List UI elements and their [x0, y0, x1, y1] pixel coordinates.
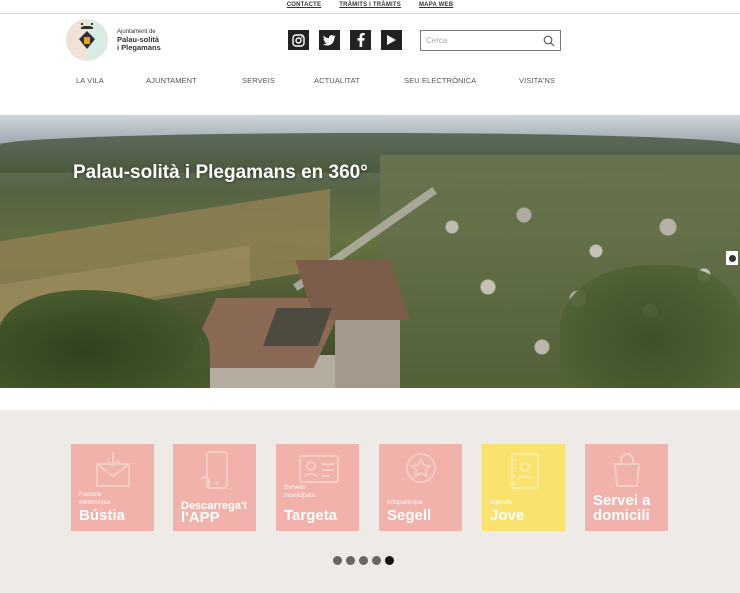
tile-bustia[interactable]: Factura electrònica Bústia	[71, 444, 154, 531]
tile-servei-big-1: Servei a	[593, 492, 651, 509]
id-card-icon	[299, 455, 339, 483]
search-input[interactable]	[421, 31, 539, 50]
nav-item-actualitat[interactable]: ACTUALITAT	[314, 76, 360, 85]
tile-app-big-2: l'APP	[181, 509, 220, 526]
facebook-icon[interactable]	[350, 30, 371, 50]
tile-bustia-big: Bústia	[79, 507, 125, 524]
tile-segell-big: Segell	[387, 507, 432, 524]
accessibility-button[interactable]	[726, 251, 738, 265]
twitter-icon[interactable]	[319, 30, 340, 50]
youtube-icon[interactable]	[381, 30, 402, 50]
contact-link[interactable]: CONTACTE	[287, 0, 322, 13]
main-nav: LA VILA AJUNTAMENT SERVEIS ACTUALITAT SE…	[0, 76, 740, 88]
coat-of-arms-icon	[66, 19, 108, 61]
top-utility-bar: CONTACTE TRÀMITS I TRÀMITS MAPA WEB	[0, 0, 740, 14]
tile-servei-domicili[interactable]: Servei a domicili	[585, 444, 668, 531]
tile-targeta-small-2: municipals	[284, 492, 315, 499]
tile-targeta-big: Targeta	[284, 507, 338, 524]
carousel-dot[interactable]	[333, 556, 342, 565]
tile-jove-big: Jove	[490, 507, 525, 524]
hero-title[interactable]: Palau-solità i Plegamans en 360°	[73, 162, 373, 183]
circle-icon	[728, 254, 736, 262]
hero-banner[interactable]: Palau-solità i Plegamans en 360°	[0, 115, 740, 388]
tile-segell-small: Infoparticipa	[387, 499, 423, 506]
tile-app[interactable]: Descarrega't l'APP	[173, 444, 256, 531]
search-icon[interactable]	[543, 34, 555, 52]
search-box	[420, 30, 561, 51]
tile-jove-small: agenda	[490, 499, 512, 506]
tile-targeta-small-1: Serveis	[284, 484, 306, 491]
agenda-icon	[509, 453, 539, 489]
tile-targeta[interactable]: Serveis municipals Targeta	[276, 444, 359, 531]
instagram-icon[interactable]	[288, 30, 309, 50]
castle-image	[183, 260, 410, 388]
tile-bustia-small-1: Factura	[79, 491, 102, 498]
procedures-link[interactable]: TRÀMITS I TRÀMITS	[339, 0, 401, 13]
shopping-bag-icon	[613, 453, 641, 487]
nav-item-visitans[interactable]: VISITA'NS	[519, 76, 555, 85]
tile-servei-big-2: domicili	[593, 507, 650, 524]
site-logo[interactable]: Ajuntament de Palau-solità i Plegamans	[66, 19, 161, 61]
logo-text: Ajuntament de Palau-solità i Plegamans	[117, 28, 161, 52]
social-links	[288, 30, 402, 50]
nav-item-serveis[interactable]: SERVEIS	[242, 76, 275, 85]
seal-icon	[406, 453, 436, 483]
tile-segell[interactable]: Infoparticipa Segell	[379, 444, 462, 531]
mailbox-icon	[96, 452, 130, 487]
nav-item-la-vila[interactable]: LA VILA	[76, 76, 104, 85]
tile-jove[interactable]: agenda Jove	[482, 444, 565, 531]
carousel-dot[interactable]	[346, 556, 355, 565]
carousel-dots	[333, 556, 394, 565]
carousel-dot[interactable]	[372, 556, 381, 565]
smartphone-icon	[200, 451, 228, 489]
tile-bustia-small-2: electrònica	[79, 499, 111, 506]
nav-item-ajuntament[interactable]: AJUNTAMENT	[146, 76, 197, 85]
carousel-dot-active[interactable]	[385, 556, 394, 565]
logo-line-3: i Plegamans	[117, 43, 161, 52]
sitemap-link[interactable]: MAPA WEB	[419, 0, 453, 13]
carousel-dot[interactable]	[359, 556, 368, 565]
services-section: Factura electrònica Bústia Descarrega't …	[0, 410, 740, 593]
nav-item-seu-electronica[interactable]: SEU ELECTRÒNICA	[404, 76, 476, 85]
